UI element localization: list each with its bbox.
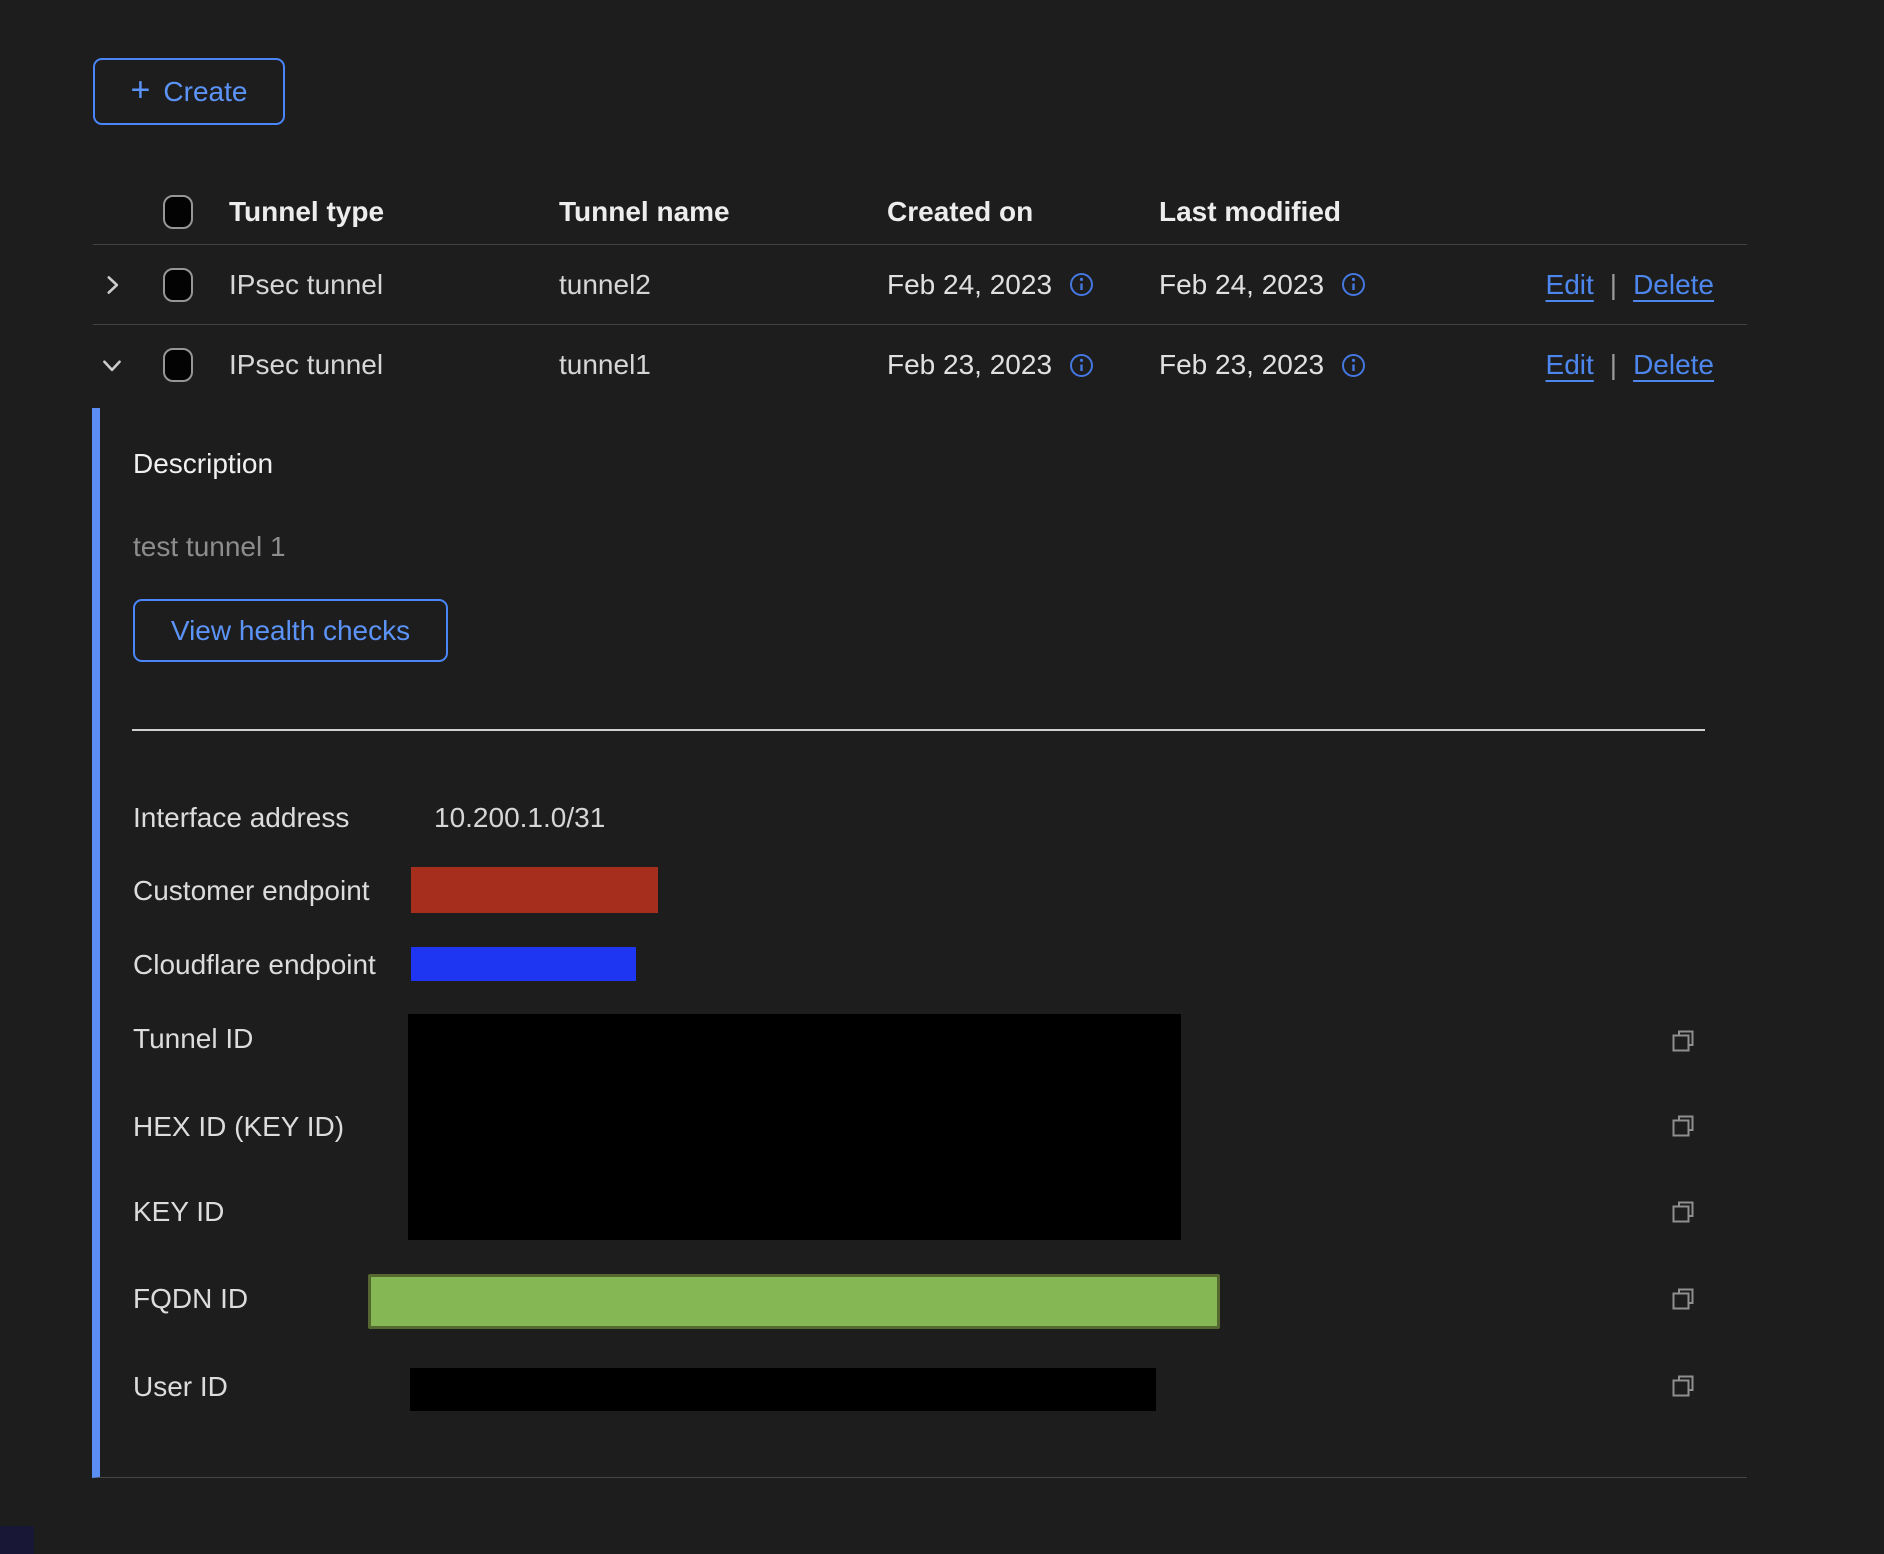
tunnel-name-cell: tunnel2: [559, 269, 887, 301]
bottom-left-scroll-accent: [0, 1526, 34, 1554]
copy-tunnel-id-button[interactable]: [1670, 1028, 1696, 1054]
chevron-right-icon[interactable]: [99, 272, 125, 298]
last-modified-cell: Feb 23, 2023: [1159, 349, 1324, 381]
table-header-row: Tunnel type Tunnel name Created on Last …: [93, 180, 1747, 245]
delete-link[interactable]: Delete: [1633, 269, 1714, 301]
tunnel-id-label: Tunnel ID: [133, 1025, 253, 1053]
description-label: Description: [133, 448, 273, 480]
panel-divider: [132, 729, 1705, 731]
tunnels-table: Tunnel type Tunnel name Created on Last …: [93, 180, 1747, 405]
edit-link[interactable]: Edit: [1546, 349, 1594, 381]
cloudflare-endpoint-label: Cloudflare endpoint: [133, 951, 376, 979]
info-icon[interactable]: [1069, 353, 1094, 378]
chevron-down-icon[interactable]: [99, 352, 125, 378]
plus-icon: +: [131, 76, 151, 104]
header-tunnel-name: Tunnel name: [559, 196, 887, 228]
fqdn-id-label: FQDN ID: [133, 1285, 248, 1313]
created-on-cell: Feb 24, 2023: [887, 269, 1052, 301]
customer-endpoint-label: Customer endpoint: [133, 877, 370, 905]
header-created-on: Created on: [887, 196, 1159, 228]
header-tunnel-type: Tunnel type: [229, 196, 559, 228]
tunnel-type-cell: IPsec tunnel: [229, 349, 559, 381]
row-checkbox[interactable]: [163, 268, 193, 302]
row-checkbox[interactable]: [163, 348, 193, 382]
create-button-label: Create: [163, 76, 247, 108]
ipsec-tunnels-page: + Create Tunnel type Tunnel name Created…: [0, 0, 1884, 1554]
interface-address-label: Interface address: [133, 804, 349, 832]
interface-address-value: 10.200.1.0/31: [434, 804, 605, 832]
edit-link[interactable]: Edit: [1546, 269, 1594, 301]
fqdn-id-redacted-value: [368, 1274, 1220, 1329]
delete-link[interactable]: Delete: [1633, 349, 1714, 381]
ids-redacted-value: [408, 1014, 1181, 1240]
last-modified-cell: Feb 24, 2023: [1159, 269, 1324, 301]
copy-fqdn-id-button[interactable]: [1670, 1286, 1696, 1312]
hex-id-label: HEX ID (KEY ID): [133, 1113, 344, 1141]
customer-endpoint-redacted-value: [411, 867, 658, 913]
info-icon[interactable]: [1341, 272, 1366, 297]
info-icon[interactable]: [1341, 353, 1366, 378]
tunnel-name-cell: tunnel1: [559, 349, 887, 381]
action-separator: |: [1610, 269, 1617, 301]
header-last-modified: Last modified: [1159, 196, 1457, 228]
cloudflare-endpoint-redacted-value: [411, 947, 636, 981]
copy-user-id-button[interactable]: [1670, 1373, 1696, 1399]
user-id-label: User ID: [133, 1373, 228, 1401]
create-button[interactable]: + Create: [93, 58, 285, 125]
table-row: IPsec tunnel tunnel2 Feb 24, 2023 Feb 24…: [93, 245, 1747, 325]
key-id-label: KEY ID: [133, 1198, 224, 1226]
info-icon[interactable]: [1069, 272, 1094, 297]
select-all-checkbox[interactable]: [163, 195, 193, 229]
view-health-checks-button[interactable]: View health checks: [133, 599, 448, 662]
action-separator: |: [1610, 349, 1617, 381]
user-id-redacted-value: [410, 1368, 1156, 1411]
copy-key-id-button[interactable]: [1670, 1199, 1696, 1225]
description-value: test tunnel 1: [133, 531, 286, 563]
copy-hex-id-button[interactable]: [1670, 1113, 1696, 1139]
created-on-cell: Feb 23, 2023: [887, 349, 1052, 381]
table-row: IPsec tunnel tunnel1 Feb 23, 2023 Feb 23…: [93, 325, 1747, 405]
tunnel-type-cell: IPsec tunnel: [229, 269, 559, 301]
tunnel-details-panel: Description test tunnel 1 View health ch…: [92, 408, 1747, 1478]
